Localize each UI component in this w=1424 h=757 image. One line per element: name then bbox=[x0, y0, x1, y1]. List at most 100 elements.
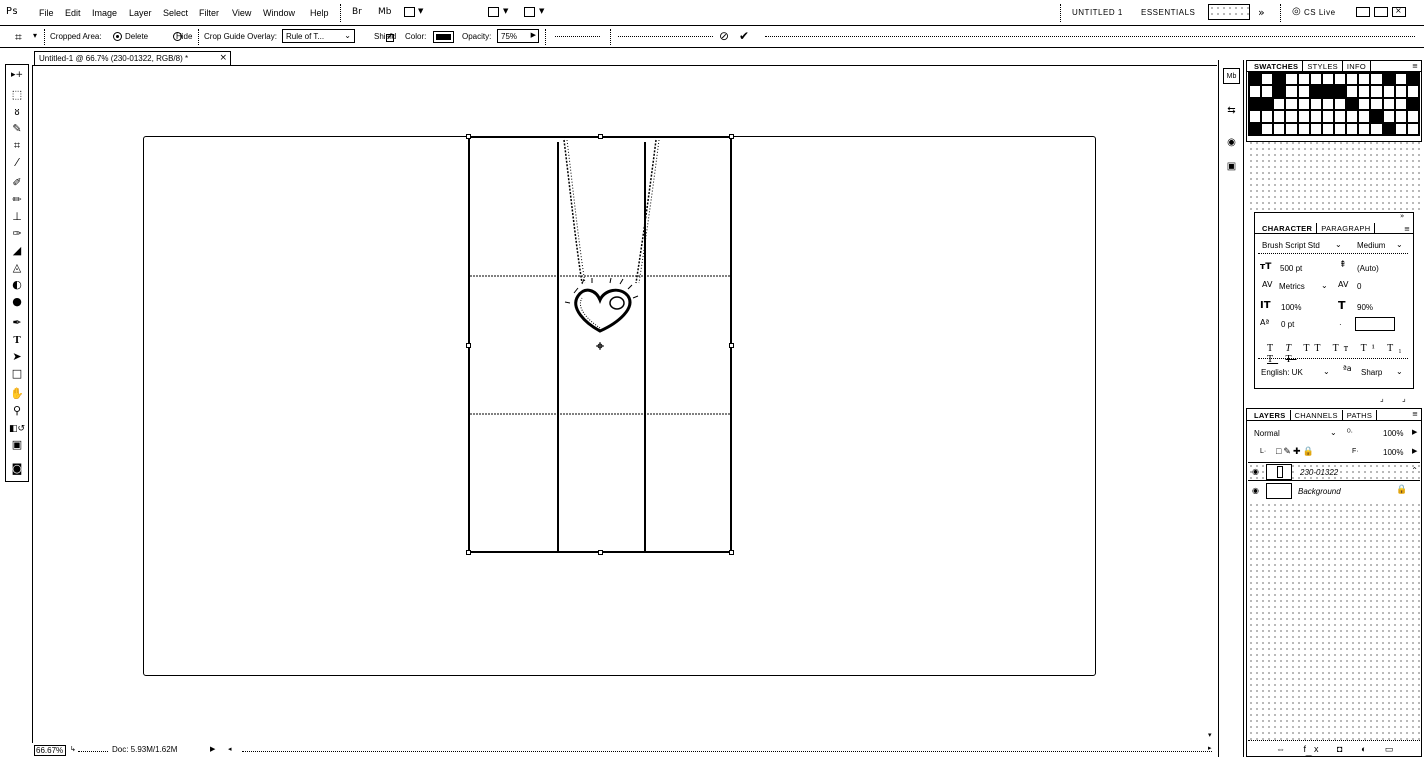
scroll-up-icon[interactable]: ⌃ bbox=[1411, 466, 1418, 475]
tab-paths[interactable]: PATHS bbox=[1343, 410, 1378, 420]
zoom-level-icon[interactable] bbox=[488, 7, 499, 17]
chevron-down-icon[interactable]: ⌄ bbox=[1396, 367, 1403, 376]
hide-label[interactable]: Hide bbox=[176, 32, 192, 41]
menu-view[interactable]: View bbox=[232, 8, 251, 18]
triangle-right-icon[interactable]: ▶ bbox=[210, 745, 215, 753]
eraser-tool-icon[interactable]: ◢ bbox=[9, 243, 25, 258]
type-style-buttons[interactable]: T T TT Tт T¹ T₁ T T bbox=[1267, 343, 1424, 365]
triangle-right-icon[interactable]: ▶ bbox=[1412, 428, 1417, 436]
layer-name[interactable]: 230-01322 bbox=[1298, 468, 1341, 477]
zoom-tool-icon[interactable]: ⚲ bbox=[9, 403, 25, 418]
workspace-doc-label[interactable]: UNTITLED 1 bbox=[1072, 8, 1123, 17]
crop-handle-bottom-left[interactable] bbox=[466, 550, 471, 555]
tracking-field[interactable]: 0 bbox=[1357, 282, 1361, 291]
move-tool-icon[interactable]: ▸+ bbox=[9, 67, 25, 82]
color-icon[interactable]: ◉ bbox=[1223, 134, 1240, 150]
crop-handle-bottom-right[interactable] bbox=[729, 550, 734, 555]
mini-bridge-icon[interactable]: Mb bbox=[1223, 68, 1240, 84]
shield-label[interactable]: Shield bbox=[374, 32, 396, 41]
visibility-icon[interactable]: ◉ bbox=[1252, 467, 1259, 476]
layer-opacity-field[interactable]: 100% bbox=[1383, 429, 1403, 438]
type-tool-icon[interactable]: T bbox=[9, 332, 25, 347]
font-family-select[interactable]: Brush Script Std bbox=[1262, 241, 1320, 250]
menu-file[interactable]: File bbox=[39, 8, 54, 18]
font-size-field[interactable]: 500 pt bbox=[1280, 264, 1302, 273]
crop-handle-left[interactable] bbox=[466, 343, 471, 348]
panel-menu-icon[interactable]: ≡ bbox=[1412, 410, 1418, 418]
cancel-icon[interactable]: ⊘ bbox=[719, 29, 729, 43]
swatches-grid[interactable] bbox=[1248, 72, 1420, 136]
cs-live-icon[interactable]: ◎ bbox=[1292, 6, 1301, 17]
hand-tool-icon[interactable]: ✋ bbox=[9, 386, 25, 401]
menu-help[interactable]: Help bbox=[310, 8, 329, 18]
history-icon[interactable]: ⇆ bbox=[1223, 102, 1240, 118]
clone-stamp-tool-icon[interactable]: ⊥ bbox=[9, 209, 25, 224]
tab-character[interactable]: CHARACTER bbox=[1258, 223, 1318, 233]
dodge-tool-icon[interactable]: ● bbox=[9, 294, 25, 309]
menu-edit[interactable]: Edit bbox=[65, 8, 81, 18]
crop-tool-icon[interactable]: ⌗ bbox=[15, 30, 22, 45]
scroll-right-icon[interactable]: ▸ bbox=[1208, 744, 1212, 752]
blur-tool-icon[interactable]: ◐ bbox=[9, 277, 25, 292]
lasso-tool-icon[interactable]: ᴕ bbox=[9, 104, 25, 119]
commit-icon[interactable]: ✔ bbox=[739, 29, 749, 43]
crop-box[interactable] bbox=[466, 134, 734, 555]
crop-handle-bottom[interactable] bbox=[598, 550, 603, 555]
status-zoom[interactable]: 66.67% bbox=[34, 745, 66, 756]
text-color-swatch[interactable] bbox=[1355, 317, 1395, 331]
menu-filter[interactable]: Filter bbox=[199, 8, 219, 18]
workspace-search-field[interactable] bbox=[1208, 4, 1250, 20]
path-selection-tool-icon[interactable]: ➤ bbox=[9, 349, 25, 364]
scroll-left-icon[interactable]: ◂ bbox=[228, 745, 232, 753]
tab-styles[interactable]: STYLES bbox=[1303, 61, 1343, 71]
language-select[interactable]: English: UK bbox=[1261, 368, 1303, 377]
healing-brush-tool-icon[interactable]: ✐ bbox=[9, 175, 25, 190]
workspace-essentials[interactable]: ESSENTIALS bbox=[1141, 8, 1195, 17]
opacity-field[interactable]: 75% ▶ bbox=[497, 29, 539, 43]
menu-image[interactable]: Image bbox=[92, 8, 117, 18]
minibridge-icon[interactable]: Mb bbox=[378, 7, 391, 17]
chevron-down-icon[interactable]: ⌄ bbox=[1330, 428, 1337, 437]
chevron-down-icon[interactable]: ▾ bbox=[33, 31, 37, 40]
shape-tool-icon[interactable]: □ bbox=[9, 366, 25, 381]
tab-swatches[interactable]: SWATCHES bbox=[1250, 61, 1304, 71]
antialias-select[interactable]: Sharp bbox=[1361, 368, 1382, 377]
perspective-checkbox[interactable] bbox=[555, 36, 600, 37]
chevron-down-icon[interactable]: ⌄ bbox=[1396, 240, 1403, 249]
close-icon[interactable]: × bbox=[219, 53, 227, 63]
chevron-down-icon[interactable]: ⌄ bbox=[1321, 281, 1328, 290]
leading-field[interactable]: (Auto) bbox=[1357, 264, 1379, 273]
kerning-select[interactable]: Metrics bbox=[1279, 282, 1305, 291]
chevron-down-icon[interactable]: ▼ bbox=[503, 7, 508, 15]
horizontal-scrollbar[interactable] bbox=[242, 751, 1212, 752]
layer-fill-field[interactable]: 100% bbox=[1383, 448, 1403, 457]
quick-selection-tool-icon[interactable]: ✎ bbox=[9, 121, 25, 136]
chevron-down-icon[interactable]: ▼ bbox=[539, 7, 544, 15]
crop-tool-icon[interactable]: ⌗ bbox=[9, 138, 25, 153]
chevron-double-right-icon[interactable]: » bbox=[1258, 6, 1265, 19]
menu-select[interactable]: Select bbox=[163, 8, 188, 18]
document-tab[interactable]: Untitled-1 @ 66.7% (230-01322, RGB/8) * … bbox=[34, 51, 231, 65]
minimize-button[interactable] bbox=[1356, 7, 1370, 17]
baseline-shift-field[interactable]: 0 pt bbox=[1281, 320, 1294, 329]
menu-window[interactable]: Window bbox=[263, 8, 295, 18]
layer-name[interactable]: Background bbox=[1298, 487, 1341, 496]
marquee-tool-icon[interactable]: ⬚ bbox=[9, 87, 25, 102]
shield-color-swatch[interactable] bbox=[433, 31, 454, 43]
overlay-select[interactable]: Rule of T... ⌄ bbox=[282, 29, 355, 43]
maximize-button[interactable] bbox=[1374, 7, 1388, 17]
blend-mode-select[interactable]: Normal bbox=[1254, 429, 1280, 438]
triangle-right-icon[interactable]: ▶ bbox=[1412, 447, 1417, 455]
scroll-down-icon[interactable]: ▾ bbox=[1208, 731, 1212, 739]
visibility-icon[interactable]: ◉ bbox=[1252, 486, 1259, 495]
history-brush-tool-icon[interactable]: ✑ bbox=[9, 226, 25, 241]
pen-tool-icon[interactable]: ✒ bbox=[9, 315, 25, 330]
crop-handle-top-left[interactable] bbox=[466, 134, 471, 139]
collapse-panel-icon[interactable]: » bbox=[1400, 212, 1404, 220]
paint-bucket-tool-icon[interactable]: ◬ bbox=[9, 260, 25, 275]
menu-layer[interactable]: Layer bbox=[129, 8, 152, 18]
tab-info[interactable]: INFO bbox=[1343, 61, 1372, 71]
crop-handle-top[interactable] bbox=[598, 134, 603, 139]
crop-handle-right[interactable] bbox=[729, 343, 734, 348]
vertical-scale-field[interactable]: 100% bbox=[1281, 303, 1301, 312]
